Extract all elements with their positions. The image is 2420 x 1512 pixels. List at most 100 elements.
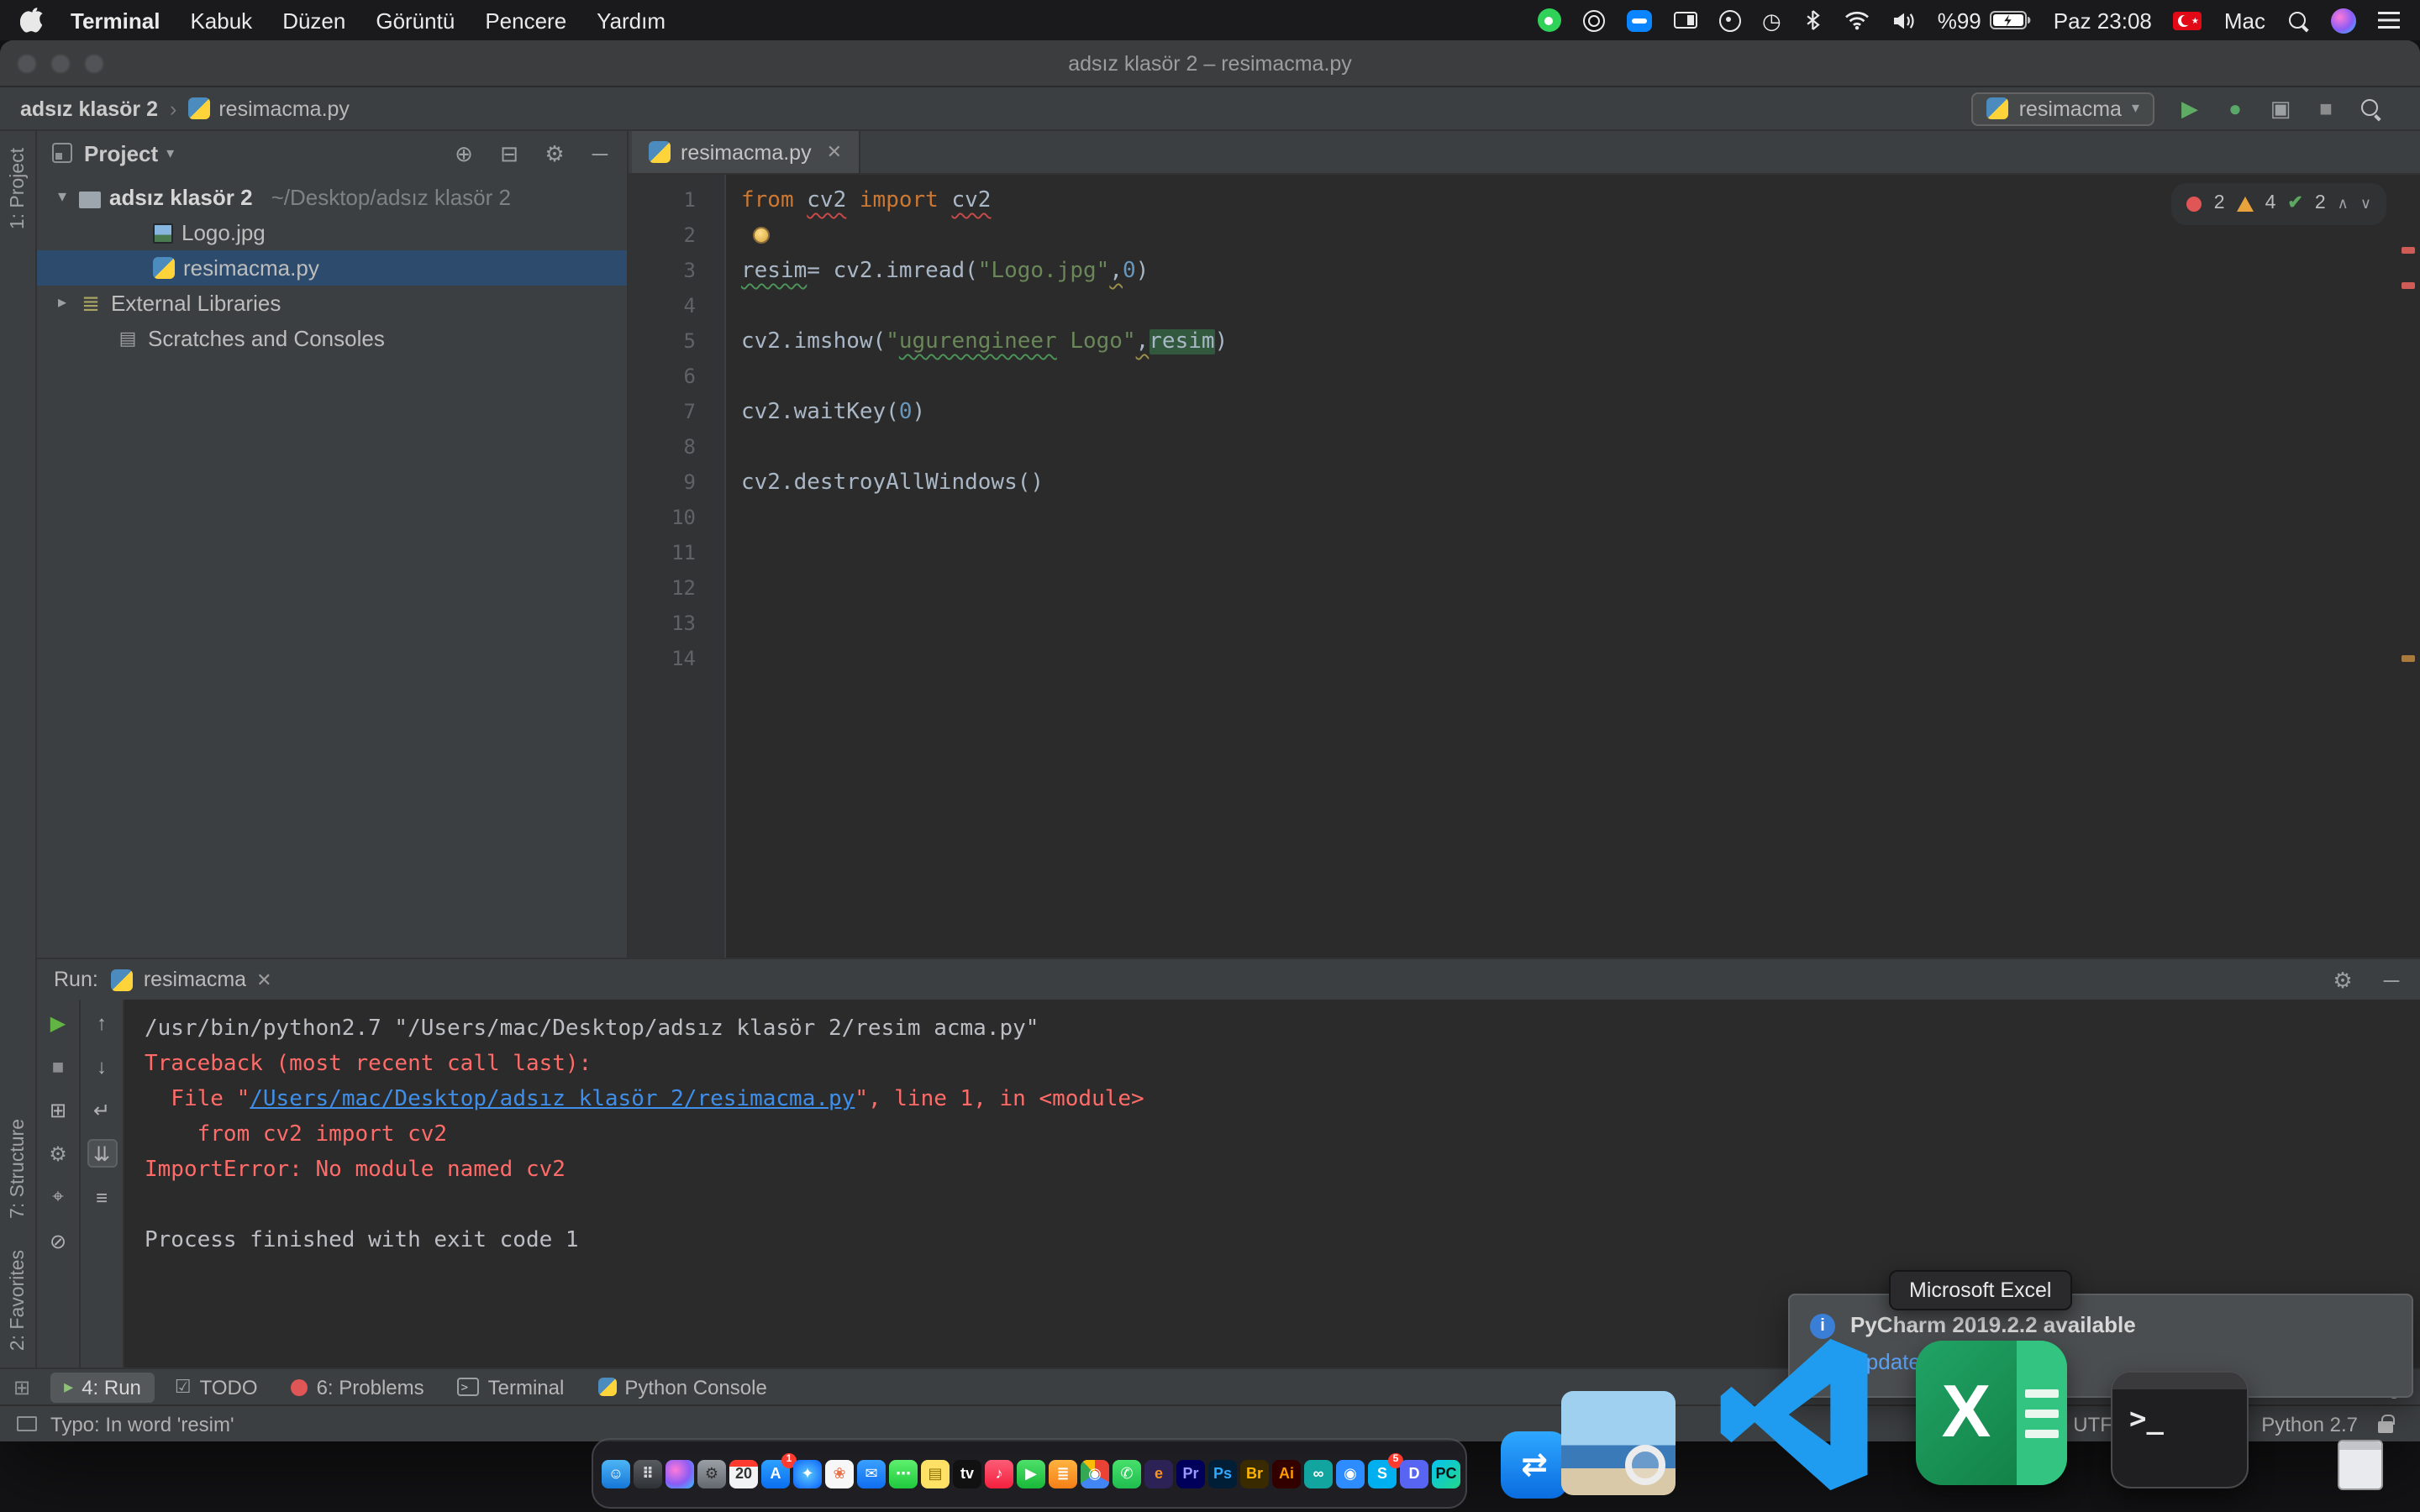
notes-icon[interactable]: ▤ [921, 1459, 950, 1488]
chevron-down-icon[interactable]: ▾ [54, 188, 71, 207]
tool-windows-icon[interactable]: ⊞ [13, 1375, 30, 1399]
siri-dock-icon[interactable] [666, 1459, 694, 1488]
code-line[interactable]: 6 [629, 360, 2396, 395]
volume-icon[interactable] [1892, 11, 1916, 29]
code-line[interactable]: 11 [629, 536, 2396, 571]
zoom-icon[interactable]: ◉ [1336, 1459, 1365, 1488]
appstore-icon[interactable]: A1 [761, 1452, 797, 1488]
teamviewer-icon[interactable]: ⇄ [1501, 1431, 1568, 1499]
debug-icon[interactable]: ● [2223, 97, 2247, 119]
menu-görüntü[interactable]: Görüntü [376, 8, 455, 33]
mail-icon[interactable]: ✉ [857, 1459, 886, 1488]
code-line[interactable]: 12 [629, 571, 2396, 606]
code-line[interactable]: 5 cv2.imshow("ugurengineer Logo",resim) [629, 324, 2396, 360]
whatsapp-icon[interactable]: ✆ [1113, 1459, 1141, 1488]
code-line[interactable]: 1 from cv2 import cv2 [629, 183, 2396, 218]
up-icon[interactable]: ↑ [87, 1008, 117, 1037]
restore-layout-icon[interactable]: ⊞ [43, 1095, 73, 1124]
code-line[interactable]: 9 cv2.destroyAllWindows() [629, 465, 2396, 501]
menu-yardım[interactable]: Yardım [597, 8, 666, 33]
run-tab[interactable]: resimacma ✕ [111, 968, 272, 991]
tab-6-problems[interactable]: 6: Problems [278, 1372, 438, 1402]
interpreter-indicator[interactable]: Python 2.7 [2261, 1412, 2358, 1436]
minimize-icon[interactable]: ─ [2380, 969, 2403, 990]
intention-bulb-icon[interactable] [753, 227, 770, 244]
code-line[interactable]: 7 cv2.waitKey(0) [629, 395, 2396, 430]
editor-tab-resimacma[interactable]: resimacma.py ✕ [632, 131, 861, 173]
input-language-flag-icon[interactable]: ★ [2173, 11, 2202, 29]
music-icon[interactable]: ♪ [985, 1459, 1013, 1488]
books-icon[interactable]: ≣ [1049, 1459, 1077, 1488]
run-configuration-select[interactable]: resimacma ▾ [1971, 92, 2154, 125]
down-icon[interactable]: ↓ [87, 1052, 117, 1080]
chevron-down-icon[interactable]: ∨ [2360, 186, 2371, 222]
code-line[interactable]: 3 resim= cv2.imread("Logo.jpg",0) [629, 254, 2396, 289]
vscode-icon[interactable] [1711, 1337, 1879, 1492]
breadcrumb-project[interactable]: adsız klasör 2 [20, 97, 158, 120]
search-icon[interactable] [2360, 97, 2383, 120]
code-line[interactable]: 4 [629, 289, 2396, 324]
menu-kabuk[interactable]: Kabuk [190, 8, 252, 33]
window-titlebar[interactable]: adsız klasör 2 – resimacma.py [0, 40, 2420, 87]
eclipse-icon[interactable]: e [1144, 1459, 1173, 1488]
tree-item[interactable]: Logo.jpg [37, 215, 627, 250]
bridge-icon[interactable]: Br [1240, 1459, 1269, 1488]
run-icon[interactable]: ▶ [2178, 97, 2202, 119]
tab-todo[interactable]: TODO [161, 1372, 271, 1402]
safari-icon[interactable]: ✦ [793, 1459, 822, 1488]
camera-menu-icon[interactable] [1537, 8, 1561, 32]
menubar-clock[interactable]: Paz 23:08 [2054, 8, 2152, 33]
stop-icon[interactable]: ■ [43, 1052, 73, 1080]
device-name[interactable]: Mac [2224, 8, 2265, 33]
battery-indicator[interactable]: %99 [1938, 8, 2032, 33]
tree-item[interactable]: resimacma.py [37, 250, 627, 286]
code-line[interactable]: 14 [629, 642, 2396, 677]
chevron-up-icon[interactable]: ∧ [2338, 186, 2349, 222]
trash-icon[interactable]: ⊘ [43, 1226, 73, 1255]
rerun-icon[interactable]: ▶ [43, 1008, 73, 1037]
menu-düzen[interactable]: Düzen [282, 8, 345, 33]
close-run-tab-icon[interactable]: ✕ [256, 969, 271, 990]
breadcrumb-file[interactable]: resimacma.py [188, 97, 350, 120]
coverage-icon[interactable]: ▣ [2269, 97, 2292, 119]
minimize-window-button[interactable] [50, 54, 71, 74]
tree-item[interactable]: ▸ External Libraries [37, 286, 627, 321]
premiere-icon[interactable]: Pr [1176, 1459, 1205, 1488]
notification-center-icon[interactable] [2378, 12, 2400, 29]
close-window-button[interactable] [17, 54, 37, 74]
accessibility-menu-icon[interactable] [1718, 9, 1741, 31]
tab-4-run[interactable]: 4: Run [50, 1372, 155, 1402]
discord-icon[interactable]: D [1400, 1459, 1428, 1488]
softwrap-icon[interactable]: ↵ [87, 1095, 117, 1124]
settings-icon[interactable]: ⚙ [2331, 969, 2354, 990]
preview-app-icon[interactable] [1561, 1391, 1676, 1495]
zoom-window-button[interactable] [84, 54, 104, 74]
terminal-app-icon[interactable]: >_ [2111, 1371, 2249, 1488]
tab-terminal[interactable]: Terminal [445, 1372, 578, 1402]
minimized-window-thumbnail[interactable] [2338, 1440, 2383, 1490]
spotlight-search-icon[interactable] [2287, 9, 2309, 31]
bluetooth-icon[interactable] [1803, 8, 1822, 32]
chat-menu-icon[interactable] [1626, 9, 1652, 31]
tool-stripe-2-favorites[interactable]: 2: Favorites [8, 1250, 28, 1351]
code-line[interactable]: 10 [629, 501, 2396, 536]
code-line[interactable]: 8 [629, 430, 2396, 465]
pin-icon[interactable]: ⌖ [43, 1183, 73, 1211]
photos-icon[interactable]: ❀ [825, 1459, 854, 1488]
code-line[interactable]: 13 [629, 606, 2396, 642]
siri-icon[interactable] [2331, 8, 2356, 33]
console-file-link[interactable]: /Users/mac/Desktop/adsız klasör 2/resima… [250, 1087, 855, 1112]
menu-pencere[interactable]: Pencere [485, 8, 566, 33]
settings-icon[interactable]: ⚙ [543, 142, 566, 164]
loom-icon[interactable]: ∞ [1304, 1459, 1333, 1488]
illustrator-icon[interactable]: Ai [1272, 1459, 1301, 1488]
calendar-icon[interactable]: 20 [729, 1459, 758, 1488]
wifi-icon[interactable] [1844, 10, 1870, 30]
active-app-name[interactable]: Terminal [71, 8, 160, 33]
code-line[interactable]: 2 [629, 218, 2396, 254]
chevron-right-icon[interactable]: ▸ [54, 294, 71, 312]
time-machine-icon[interactable]: ◷ [1762, 9, 1781, 31]
hide-icon[interactable]: ─ [588, 142, 612, 164]
update-notification[interactable]: i PyCharm 2019.2.2 available Update... [1788, 1294, 2413, 1398]
chrome-icon[interactable]: ◉ [1081, 1459, 1109, 1488]
